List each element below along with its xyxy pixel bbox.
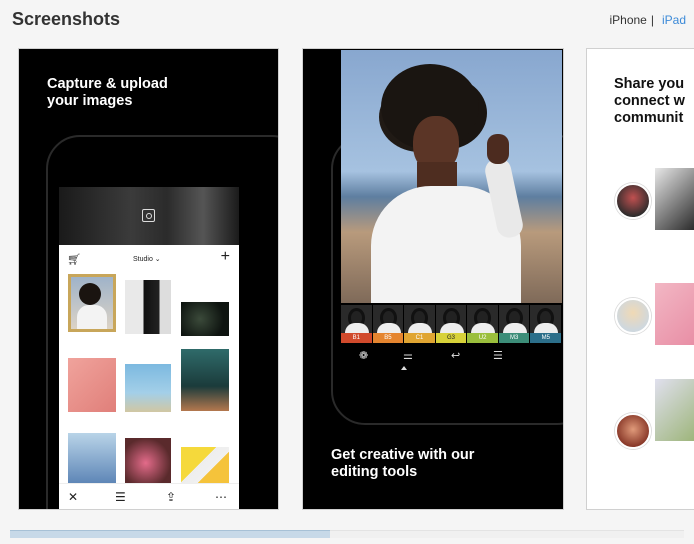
caption-line: editing tools (331, 464, 418, 480)
filter-label: G3 (435, 333, 467, 343)
app-top-bar: 🛒︎ Studio ⌄ + (59, 245, 239, 273)
grid-thumb (68, 274, 116, 332)
filter-strip: B1 B5 C1 G3 U2 M3 M5 (341, 305, 563, 343)
device-separator: | (650, 13, 654, 27)
feed-image (655, 283, 694, 345)
filter-label: B5 (372, 333, 404, 343)
plus-icon: + (220, 248, 230, 265)
more-icon: ⋯ (215, 490, 227, 504)
grid-thumb (181, 447, 229, 487)
filter-preset[interactable]: M3 (498, 305, 531, 343)
grid-thumb (68, 358, 116, 412)
filter-label: U2 (467, 333, 498, 343)
grid-thumb (125, 364, 171, 412)
grid-thumb (125, 438, 171, 488)
app-bottom-toolbar: ✕ ☰ ⇪ ⋯ (59, 483, 239, 509)
filter-preset[interactable]: U2 (467, 305, 499, 343)
upload-icon: ⇪ (166, 490, 177, 504)
list-icon: ☰ (493, 349, 503, 362)
avatar (615, 413, 651, 449)
feed-image (655, 379, 694, 441)
filter-preset[interactable]: B5 (372, 305, 405, 343)
horizontal-scrollbar-thumb[interactable] (10, 530, 330, 538)
filter-label: C1 (404, 333, 435, 343)
avatar (615, 298, 651, 334)
device-option-ipad[interactable]: iPad (662, 13, 686, 27)
screenshot-3[interactable]: Share you connect w communit (586, 48, 694, 510)
cart-icon: 🛒︎ (67, 253, 81, 266)
grid-thumb (68, 433, 116, 487)
filter-preset[interactable]: B1 (341, 305, 373, 343)
filter-preset[interactable]: M5 (530, 305, 563, 343)
caption-line: communit (614, 110, 684, 126)
studio-dropdown: Studio ⌄ (133, 256, 161, 263)
screenshot-strip[interactable]: Capture & upload your images 🛒︎ Studio ⌄… (0, 47, 694, 511)
portrait-photo (341, 50, 562, 303)
screenshot-2[interactable]: B1 B5 C1 G3 U2 M3 M5 ❁ ⚌ ↩ ☰ Get creativ… (302, 48, 564, 510)
grid-thumb (125, 280, 171, 334)
undo-icon: ↩ (451, 349, 461, 362)
photo-hand (487, 134, 509, 164)
caption-line: Get creative with our (331, 447, 475, 463)
camera-preview (59, 187, 239, 245)
screenshot-1[interactable]: Capture & upload your images 🛒︎ Studio ⌄… (18, 48, 279, 510)
caption-line: connect w (614, 93, 685, 109)
caption-line: Share you (614, 76, 685, 92)
adjust-icon: ☰ (115, 490, 126, 504)
screenshot-2-caption: Get creative with our editing tools (331, 447, 474, 481)
caption-line: Capture & upload (47, 76, 168, 92)
screenshots-header: Screenshots iPhone | iPad (0, 0, 694, 40)
active-indicator (401, 366, 407, 370)
close-icon: ✕ (68, 490, 79, 504)
filter-preset[interactable]: C1 (404, 305, 436, 343)
screenshot-3-caption: Share you connect w communit (614, 76, 685, 127)
sliders-icon: ⚌ (403, 349, 413, 362)
grid-thumb (181, 349, 229, 411)
filter-label: M3 (498, 333, 530, 343)
screenshot-1-caption: Capture & upload your images (47, 76, 168, 110)
filter-label: M5 (530, 333, 562, 343)
filter-icon: ❁ (359, 349, 369, 362)
device-option-iphone[interactable]: iPhone (609, 13, 646, 27)
section-title: Screenshots (12, 9, 121, 29)
device-switch: iPhone | iPad (609, 13, 686, 27)
edit-toolbar: ❁ ⚌ ↩ ☰ (341, 345, 562, 370)
studio-app-panel: 🛒︎ Studio ⌄ + ✕ ☰ ⇪ ⋯ (59, 245, 239, 509)
feed-image (655, 168, 694, 230)
filter-preset[interactable]: G3 (435, 305, 468, 343)
grid-thumb (181, 302, 229, 336)
avatar (615, 183, 651, 219)
filter-label: B1 (341, 333, 372, 343)
camera-icon (142, 209, 155, 222)
caption-line: your images (47, 93, 133, 109)
